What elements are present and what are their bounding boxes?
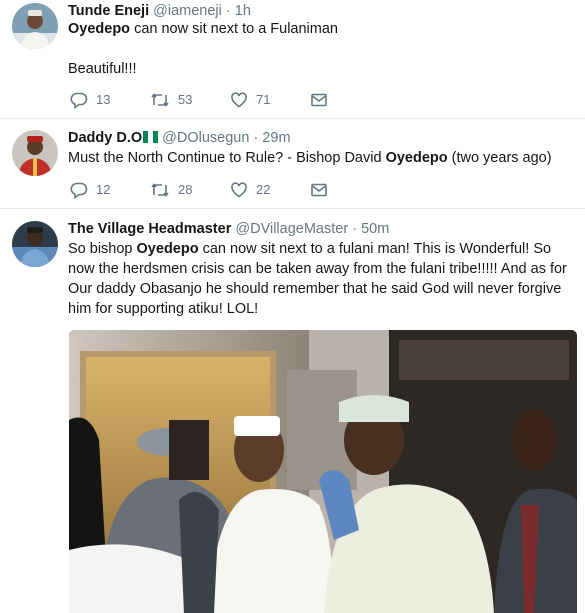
retweet-count: 53 <box>178 92 193 107</box>
dm-button[interactable] <box>310 91 390 109</box>
timestamp[interactable]: 1h <box>235 3 251 19</box>
tweet-3[interactable]: The Village Headmaster @DVillageMaster ·… <box>0 209 585 613</box>
author-handle[interactable]: @DOlusegun <box>162 130 249 146</box>
tweet-text-pre: Must the North Continue to Rule? - Bisho… <box>68 150 386 166</box>
retweet-count: 28 <box>178 182 193 197</box>
highlighted-keyword: Oyedepo <box>136 241 199 257</box>
author-name[interactable]: Daddy D.O <box>68 130 142 146</box>
timestamp[interactable]: 29m <box>262 130 290 146</box>
author-name[interactable]: The Village Headmaster <box>68 221 231 237</box>
reply-count: 13 <box>96 92 111 107</box>
like-button[interactable]: 71 <box>230 90 310 110</box>
tweet-text-pre: So bishop <box>68 241 137 257</box>
tweet-text: So bishop Oyedepo can now sit next to a … <box>68 239 573 319</box>
highlighted-keyword: Oyedepo <box>385 150 448 166</box>
like-count: 71 <box>256 92 271 107</box>
dm-icon <box>311 93 327 107</box>
retweet-button[interactable]: 28 <box>150 180 230 200</box>
separator-dot: · <box>352 221 358 237</box>
tweet-header: The Village Headmaster @DVillageMaster ·… <box>68 221 389 237</box>
tweet-1[interactable]: Tunde Eneji @iameneji · 1h Oyedepo can n… <box>0 0 585 119</box>
reply-button[interactable]: 12 <box>70 180 150 200</box>
tweet-actions: 12 28 22 <box>70 180 390 200</box>
tweet-text: Must the North Continue to Rule? - Bisho… <box>68 148 573 168</box>
author-name[interactable]: Tunde Eneji <box>68 3 149 19</box>
avatar[interactable] <box>12 221 58 267</box>
retweet-icon <box>151 183 169 197</box>
tweet-2[interactable]: Daddy D.O @DOlusegun · 29m Must the Nort… <box>0 119 585 209</box>
like-count: 22 <box>256 182 271 197</box>
tweet-photo[interactable] <box>69 330 577 613</box>
author-handle[interactable]: @iameneji <box>153 3 222 19</box>
reply-count: 12 <box>96 182 111 197</box>
author-handle[interactable]: @DVillageMaster <box>235 221 348 237</box>
retweet-button[interactable]: 53 <box>150 90 230 110</box>
separator-dot: · <box>253 130 259 146</box>
tweet-text-line-2: Beautiful!!! <box>68 61 137 77</box>
retweet-icon <box>151 93 169 107</box>
timestamp[interactable]: 50m <box>361 221 389 237</box>
reply-icon <box>70 92 88 109</box>
reply-button[interactable]: 13 <box>70 90 150 110</box>
tweet-actions: 13 53 71 <box>70 90 390 110</box>
tweet-text: Oyedepo can now sit next to a Fulaniman … <box>68 19 573 79</box>
dm-icon <box>311 183 327 197</box>
tweet-header: Daddy D.O @DOlusegun · 29m <box>68 130 291 146</box>
tweet-text-line-1: can now sit next to a Fulaniman <box>130 21 338 37</box>
nigeria-flag-icon <box>143 131 159 143</box>
highlighted-keyword: Oyedepo <box>68 21 131 37</box>
separator-dot: · <box>225 3 231 19</box>
tweet-text-post: (two years ago) <box>447 150 552 166</box>
dm-button[interactable] <box>310 181 390 199</box>
tweet-header: Tunde Eneji @iameneji · 1h <box>68 3 251 19</box>
avatar[interactable] <box>12 130 58 176</box>
like-icon <box>231 92 247 108</box>
reply-icon <box>70 182 88 199</box>
like-button[interactable]: 22 <box>230 180 310 200</box>
like-icon <box>231 182 247 198</box>
avatar[interactable] <box>12 3 58 49</box>
